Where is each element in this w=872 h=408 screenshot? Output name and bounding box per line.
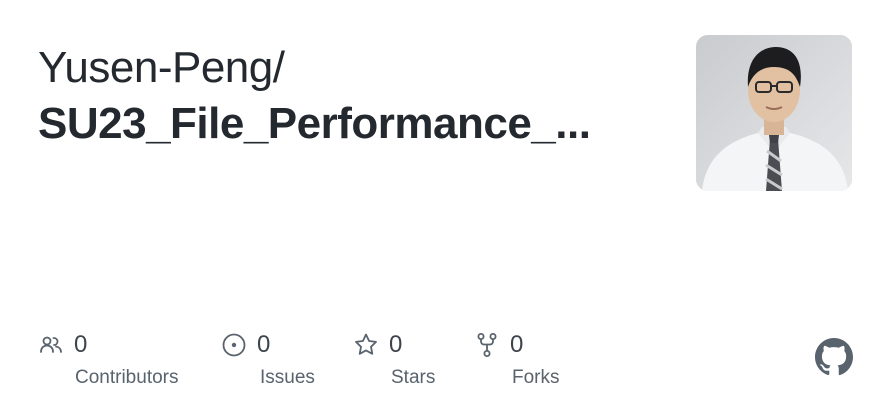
contributors-label: Contributors [75,367,179,388]
forks-label: Forks [512,367,560,388]
repo-name[interactable]: SU23_File_Performance_... [38,98,591,150]
issue-icon [221,332,247,358]
issues-count: 0 [257,331,271,358]
issues-label: Issues [260,367,315,388]
stars-label: Stars [391,367,436,388]
avatar-photo [696,35,852,191]
avatar [696,35,852,191]
stat-issues[interactable]: 0 Issues [221,330,315,388]
forks-count: 0 [510,331,524,358]
stat-forks[interactable]: 0 Forks [474,330,560,388]
people-icon [38,332,64,358]
star-icon [353,332,379,358]
github-icon[interactable] [815,338,853,376]
stars-count: 0 [389,331,403,358]
stat-contributors[interactable]: 0 Contributors [38,330,179,388]
contributors-count: 0 [74,331,88,358]
repo-social-card: Yusen-Peng/ SU23_File_Performance_... 0 … [0,0,872,408]
repo-owner[interactable]: Yusen-Peng/ [38,42,285,94]
fork-icon [474,332,500,358]
stat-stars[interactable]: 0 Stars [353,330,435,388]
